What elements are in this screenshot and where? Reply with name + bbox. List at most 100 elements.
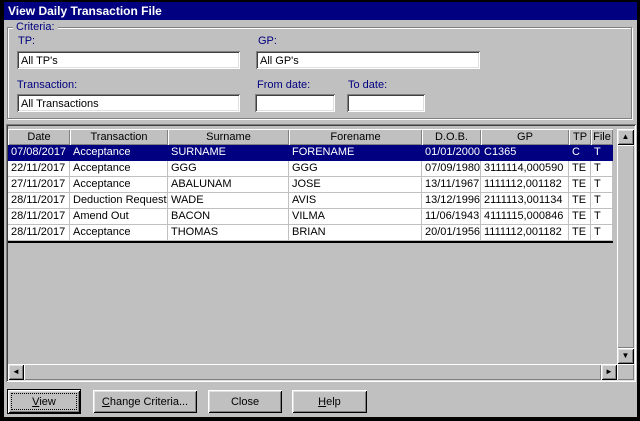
table-cell: ABALUNAM <box>168 177 289 193</box>
vertical-scrollbar[interactable]: ▲ ▼ <box>617 129 634 364</box>
scroll-right-icon: ► <box>605 368 613 376</box>
column-header-file: File <box>591 129 613 145</box>
table-cell: 4111115,000846 <box>481 209 569 225</box>
window-border <box>0 0 4 421</box>
table-cell: T <box>591 177 613 193</box>
table-row-selected[interactable]: 07/08/2017 Acceptance SURNAME FORENAME 0… <box>8 145 613 161</box>
table-cell: GGG <box>168 161 289 177</box>
to-date-field[interactable] <box>347 94 425 112</box>
table-cell: 3111114,000590 <box>481 161 569 177</box>
table-cell: BACON <box>168 209 289 225</box>
table-cell: JOSE <box>289 177 422 193</box>
scroll-down-icon: ▼ <box>622 352 630 360</box>
table-row[interactable]: 28/11/2017 Amend Out BACON VILMA 11/06/1… <box>8 209 613 225</box>
table-cell: 07/08/2017 <box>8 145 70 161</box>
to-date-label: To date: <box>348 79 387 91</box>
column-header-tp: TP <box>569 129 591 145</box>
table-cell: T <box>591 161 613 177</box>
scroll-left-button[interactable]: ◄ <box>8 364 24 380</box>
table-cell: 27/11/2017 <box>8 177 70 193</box>
tp-field[interactable] <box>17 51 240 69</box>
column-header-date: Date <box>8 129 70 145</box>
from-date-field[interactable] <box>255 94 335 112</box>
scroll-right-button[interactable]: ► <box>601 364 617 380</box>
table-cell: Acceptance <box>70 145 168 161</box>
transaction-grid: Date Transaction Surname Forename D.O.B.… <box>6 124 636 382</box>
title-bar[interactable]: View Daily Transaction File <box>4 2 637 20</box>
table-row[interactable]: 28/11/2017 Acceptance THOMAS BRIAN 20/01… <box>8 225 613 241</box>
table-cell: 28/11/2017 <box>8 225 70 241</box>
grid-header-row: Date Transaction Surname Forename D.O.B.… <box>8 129 613 145</box>
transaction-label: Transaction: <box>17 79 77 91</box>
gp-label: GP: <box>258 35 277 47</box>
table-cell: GGG <box>289 161 422 177</box>
window-title: View Daily Transaction File <box>8 4 162 18</box>
horizontal-scrollbar[interactable]: ◄ ► <box>8 364 617 380</box>
tp-label: TP: <box>18 35 35 47</box>
table-cell: T <box>591 145 613 161</box>
table-cell: 2111113,001134 <box>481 193 569 209</box>
table-cell: TE <box>569 161 591 177</box>
table-cell: 28/11/2017 <box>8 193 70 209</box>
table-cell: T <box>591 193 613 209</box>
table-cell: 1111112,001182 <box>481 177 569 193</box>
table-cell: TE <box>569 209 591 225</box>
table-cell: 22/11/2017 <box>8 161 70 177</box>
table-cell: 20/01/1956 <box>422 225 481 241</box>
column-header-gp: GP <box>481 129 569 145</box>
view-daily-transaction-file-window: View Daily Transaction File Criteria: TP… <box>0 0 640 421</box>
table-row[interactable]: 27/11/2017 Acceptance ABALUNAM JOSE 13/1… <box>8 177 613 193</box>
table-cell: C1365 <box>481 145 569 161</box>
close-button[interactable]: Close <box>208 390 282 413</box>
table-cell: BRIAN <box>289 225 422 241</box>
table-cell: T <box>591 225 613 241</box>
table-cell: C <box>569 145 591 161</box>
transaction-grid-body: Date Transaction Surname Forename D.O.B.… <box>8 126 634 380</box>
scroll-down-button[interactable]: ▼ <box>617 348 634 364</box>
table-cell: TE <box>569 193 591 209</box>
table-cell: 1111112,001182 <box>481 225 569 241</box>
change-criteria-button[interactable]: Change Criteria... <box>93 390 197 413</box>
table-cell: 07/09/1980 <box>422 161 481 177</box>
table-cell: 28/11/2017 <box>8 209 70 225</box>
scroll-up-icon: ▲ <box>622 133 630 141</box>
column-header-dob: D.O.B. <box>422 129 481 145</box>
grid-end-line <box>8 241 613 243</box>
gp-field[interactable] <box>256 51 480 69</box>
grid-rows: 07/08/2017 Acceptance SURNAME FORENAME 0… <box>8 145 613 241</box>
table-cell: TE <box>569 177 591 193</box>
table-cell: Amend Out <box>70 209 168 225</box>
transaction-field[interactable] <box>17 94 240 112</box>
help-button-label: H <box>318 396 326 408</box>
table-cell: 11/06/1943 <box>422 209 481 225</box>
horizontal-scrollbar-thumb[interactable] <box>24 364 601 380</box>
table-row[interactable]: 22/11/2017 Acceptance GGG GGG 07/09/1980… <box>8 161 613 177</box>
table-cell: Acceptance <box>70 177 168 193</box>
table-cell: SURNAME <box>168 145 289 161</box>
scrollbar-corner <box>617 364 634 380</box>
window-border <box>0 417 640 421</box>
vertical-scrollbar-thumb[interactable] <box>617 145 634 348</box>
column-header-surname: Surname <box>168 129 289 145</box>
from-date-label: From date: <box>257 79 310 91</box>
column-header-forename: Forename <box>289 129 422 145</box>
scroll-left-icon: ◄ <box>12 368 20 376</box>
table-cell: 01/01/2000 <box>422 145 481 161</box>
criteria-groupbox-label: Criteria: <box>13 21 58 33</box>
table-cell: Acceptance <box>70 225 168 241</box>
table-cell: T <box>591 209 613 225</box>
view-button[interactable]: View <box>7 389 81 414</box>
table-row[interactable]: 28/11/2017 Deduction Request WADE AVIS 1… <box>8 193 613 209</box>
help-button[interactable]: Help <box>292 390 367 413</box>
table-cell: AVIS <box>289 193 422 209</box>
column-header-transaction: Transaction <box>70 129 168 145</box>
table-cell: FORENAME <box>289 145 422 161</box>
table-cell: Deduction Request <box>70 193 168 209</box>
table-cell: TE <box>569 225 591 241</box>
close-button-label: Close <box>231 396 259 408</box>
table-cell: 13/11/1967 <box>422 177 481 193</box>
table-cell: Acceptance <box>70 161 168 177</box>
scroll-up-button[interactable]: ▲ <box>617 129 634 145</box>
table-cell: VILMA <box>289 209 422 225</box>
table-cell: 13/12/1996 <box>422 193 481 209</box>
